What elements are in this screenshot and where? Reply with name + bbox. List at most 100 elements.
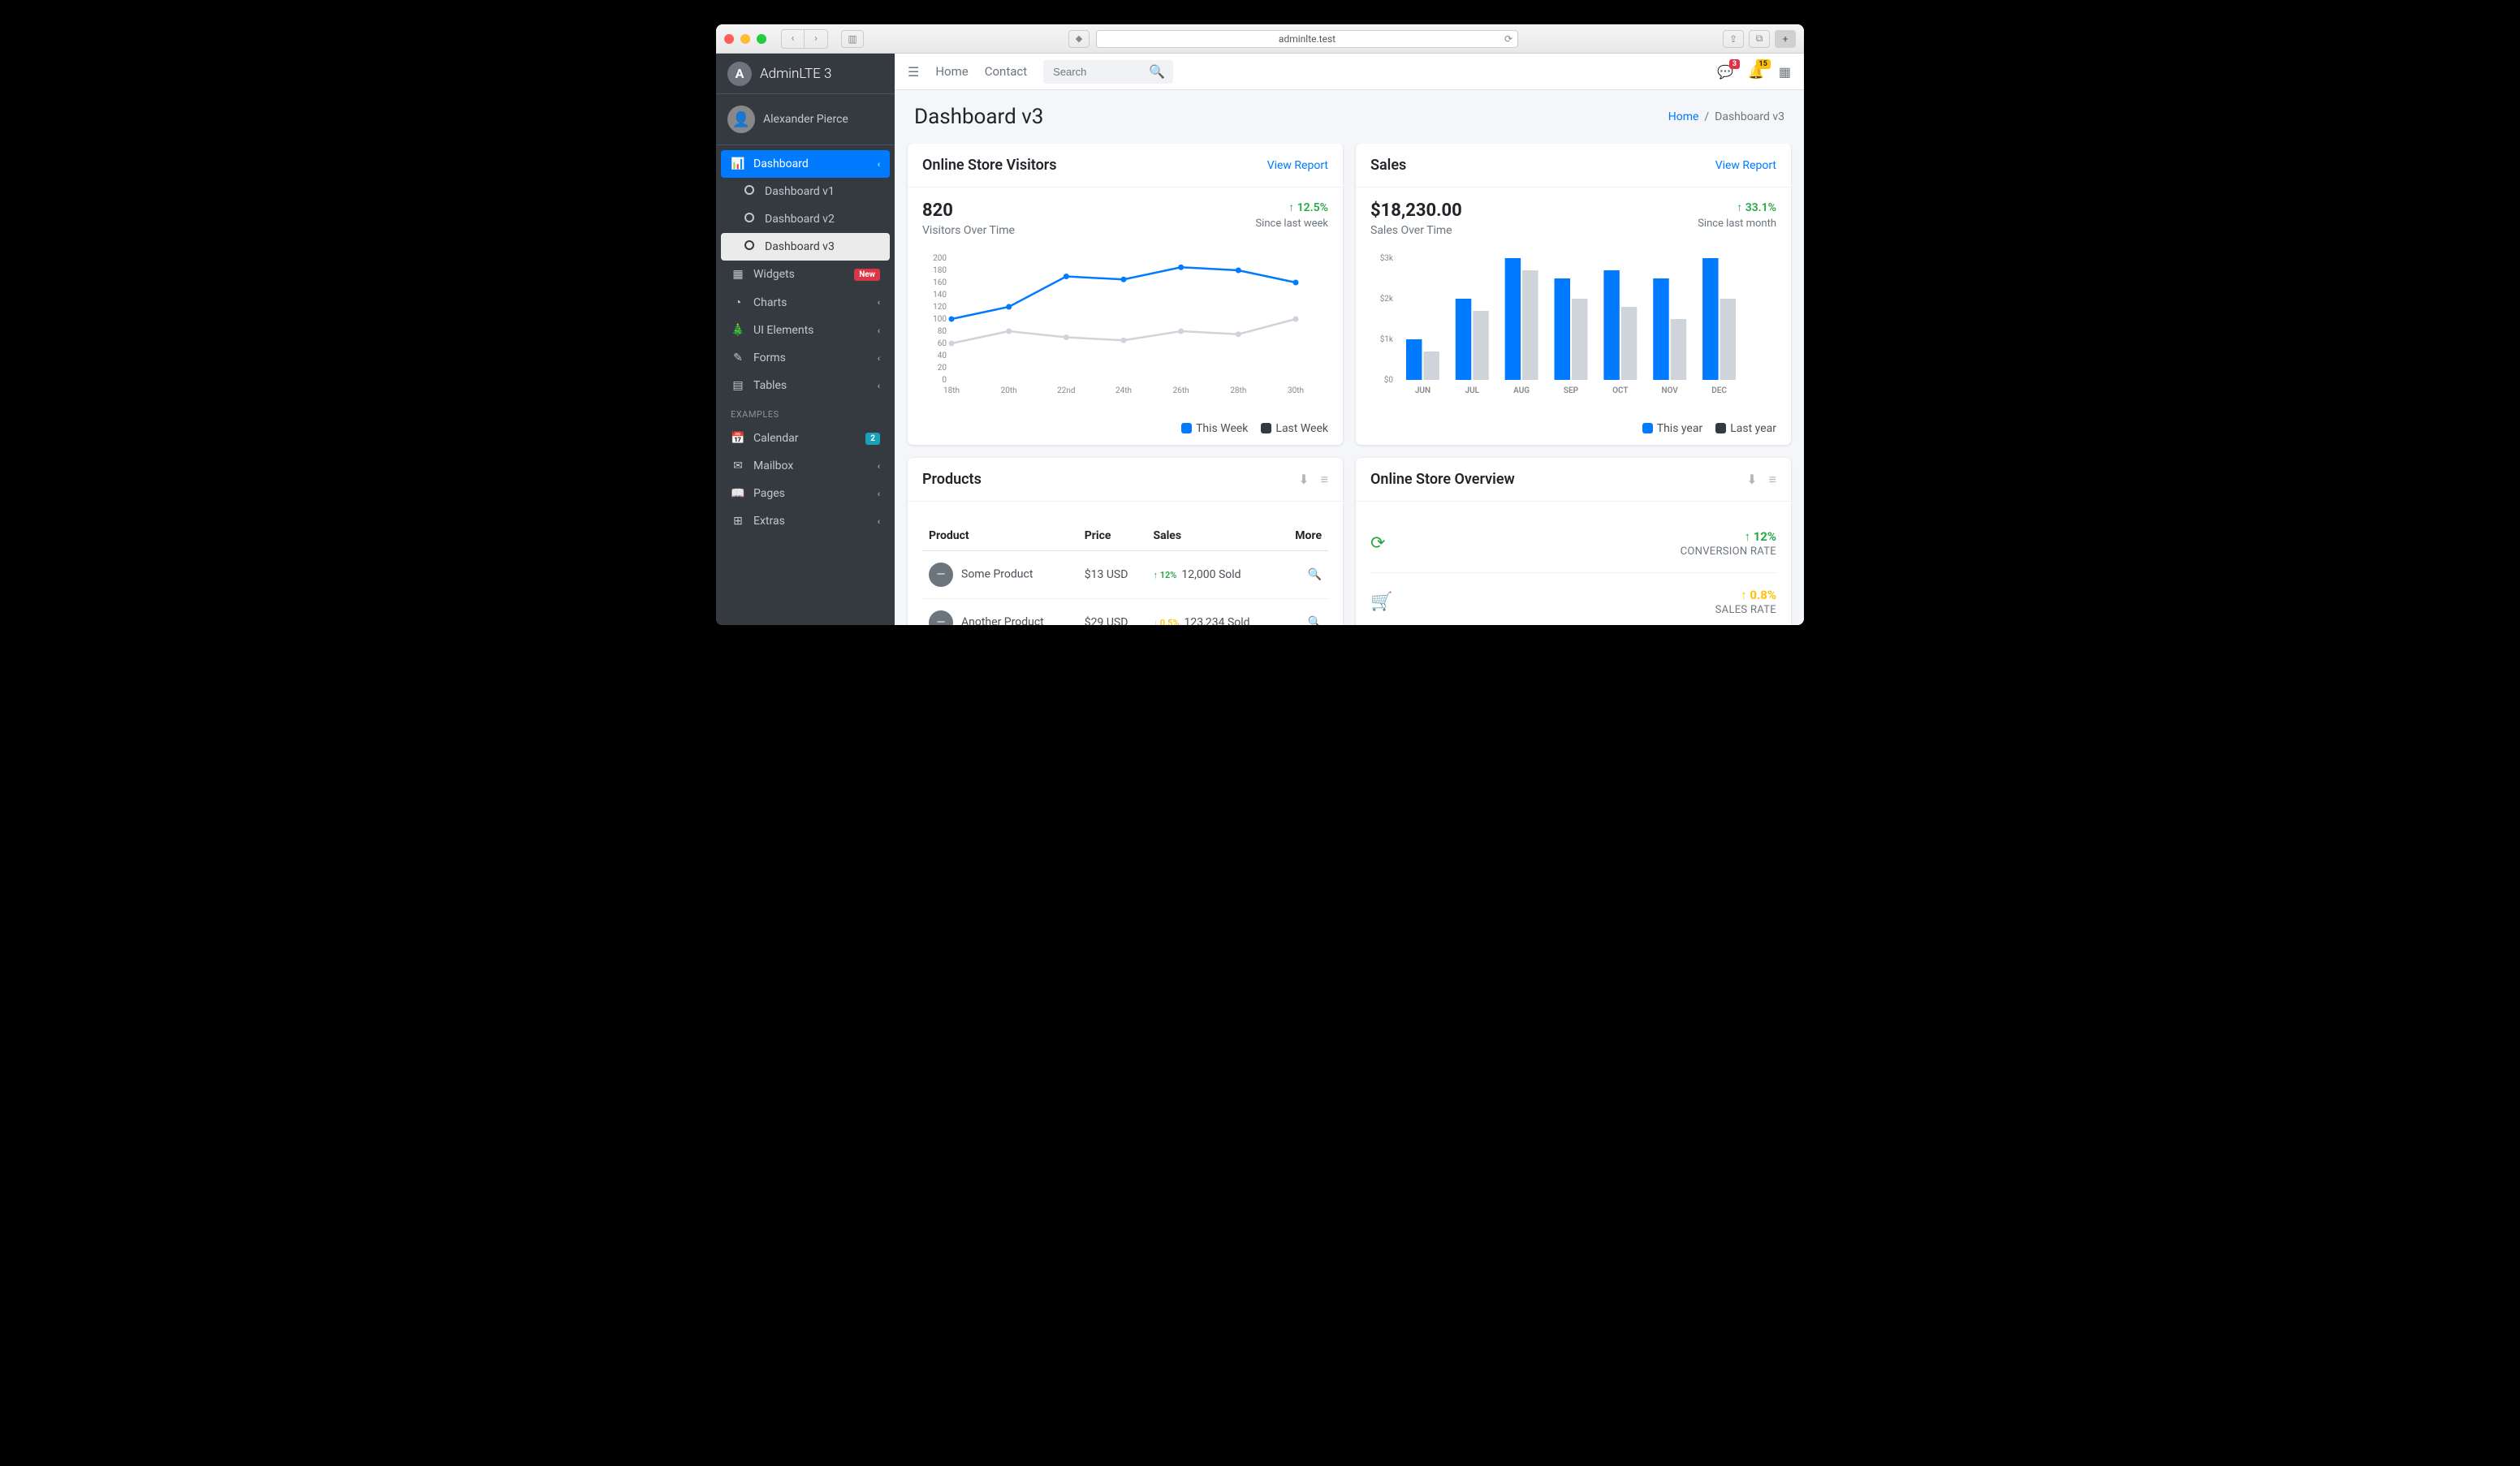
sidebar-item-dashboard-v1[interactable]: Dashboard v1	[721, 178, 890, 205]
sales-delta: ↑ 33.1%	[1698, 200, 1776, 214]
maximize-window[interactable]	[757, 34, 766, 44]
close-window[interactable]	[724, 34, 734, 44]
svg-text:OCT: OCT	[1612, 386, 1628, 395]
breadcrumb-current: Dashboard v3	[1715, 110, 1784, 123]
svg-text:80: 80	[938, 327, 947, 336]
th-price: Price	[1078, 521, 1147, 551]
badge: New	[854, 269, 880, 281]
svg-text:JUL: JUL	[1465, 386, 1480, 395]
svg-text:28th: 28th	[1230, 386, 1246, 395]
sales-report-link[interactable]: View Report	[1715, 159, 1776, 172]
visitors-since: Since last week	[1255, 218, 1328, 230]
search-icon[interactable]: 🔍	[1308, 616, 1322, 625]
brand[interactable]: A AdminLTE 3	[716, 54, 895, 94]
svg-text:18th: 18th	[943, 386, 960, 395]
svg-text:60: 60	[938, 339, 947, 348]
back-button[interactable]: ‹	[782, 30, 805, 48]
sales-chart: $0$1k$2k$3kJUNJULAUGSEPOCTNOVDEC	[1370, 250, 1752, 396]
sidebar-item-ui-elements[interactable]: 🎄UI Elements‹	[721, 317, 890, 344]
sidebar-item-tables[interactable]: ▤Tables‹	[721, 372, 890, 399]
sidebar-item-extras[interactable]: ⊞Extras‹	[721, 507, 890, 535]
shield-icon[interactable]: ◆	[1068, 30, 1090, 48]
share-icon[interactable]: ⇪	[1723, 30, 1744, 48]
svg-text:160: 160	[933, 278, 947, 287]
svg-text:26th: 26th	[1173, 386, 1189, 395]
sales-value: $18,230.00	[1370, 200, 1462, 221]
sales-title: Sales	[1370, 157, 1406, 174]
menu-icon[interactable]: ☰	[908, 64, 919, 80]
sales-card: Sales View Report $18,230.00 Sales Over …	[1356, 144, 1791, 445]
circle-icon	[742, 185, 757, 198]
sales-sold: 12,000 Sold	[1181, 568, 1241, 581]
topnav: ☰ Home Contact 🔍 💬3 🔔15 ▦	[895, 54, 1804, 90]
svg-text:20th: 20th	[1001, 386, 1017, 395]
th-product: Product	[922, 521, 1078, 551]
nav-contact[interactable]: Contact	[985, 64, 1027, 79]
svg-text:SEP: SEP	[1564, 386, 1579, 395]
svg-text:$1k: $1k	[1380, 334, 1394, 344]
notifications-icon[interactable]: 🔔15	[1748, 64, 1764, 80]
sidebar-item-calendar[interactable]: 📅Calendar2	[721, 425, 890, 452]
tabs-icon[interactable]: ⧉	[1749, 30, 1770, 48]
avatar: 👤	[727, 106, 755, 133]
minimize-window[interactable]	[740, 34, 750, 44]
sidebar-item-charts[interactable]: ◔Charts‹	[721, 288, 890, 317]
content: Online Store Visitors View Report 820 Vi…	[895, 144, 1804, 625]
plus-icon: ⊞	[731, 515, 745, 528]
product-price: $13 USD	[1078, 551, 1147, 599]
circle-icon	[742, 240, 757, 253]
url-text: adminlte.test	[1279, 33, 1336, 45]
sidebar-item-dashboard[interactable]: 📊Dashboard‹	[721, 150, 890, 178]
download-icon[interactable]: ⬇	[1298, 472, 1309, 488]
sales-since: Since last month	[1698, 218, 1776, 230]
svg-text:22nd: 22nd	[1057, 386, 1075, 395]
sidebar-item-forms[interactable]: ✎Forms‹	[721, 344, 890, 372]
grid-icon[interactable]: ▦	[1779, 64, 1791, 80]
sidebar-item-dashboard-v3[interactable]: Dashboard v3	[721, 233, 890, 261]
svg-text:JUN: JUN	[1415, 386, 1430, 395]
reload-icon[interactable]: ⟳	[1504, 33, 1512, 45]
refresh-icon: ⟳	[1370, 533, 1400, 554]
sidebar-toggle-icon[interactable]: ▥	[841, 30, 864, 48]
visitors-card: Online Store Visitors View Report 820 Vi…	[908, 144, 1343, 445]
sidebar-item-mailbox[interactable]: ✉Mailbox‹	[721, 452, 890, 480]
nav-home[interactable]: Home	[935, 64, 968, 79]
visitors-report-link[interactable]: View Report	[1267, 159, 1328, 172]
chevron-icon: ‹	[878, 489, 880, 499]
svg-text:200: 200	[933, 254, 947, 263]
tree-icon: 🎄	[731, 324, 745, 337]
page-title: Dashboard v3	[914, 105, 1043, 129]
messages-icon[interactable]: 💬3	[1717, 64, 1733, 80]
sidebar-item-widgets[interactable]: ▦WidgetsNew	[721, 261, 890, 288]
sidebar-item-pages[interactable]: 📖Pages‹	[721, 480, 890, 507]
breadcrumb-home[interactable]: Home	[1668, 110, 1699, 123]
list-icon[interactable]: ≡	[1321, 472, 1328, 488]
search-icon[interactable]: 🔍	[1308, 568, 1322, 581]
chevron-icon: ‹	[878, 159, 880, 170]
visitors-subtitle: Visitors Over Time	[922, 224, 1015, 237]
svg-text:0: 0	[942, 376, 947, 385]
chevron-icon: ‹	[878, 516, 880, 527]
circle-icon	[742, 213, 757, 226]
download-icon[interactable]: ⬇	[1746, 472, 1757, 488]
address-bar[interactable]: adminlte.test ⟳	[1096, 30, 1518, 48]
brand-text: AdminLTE 3	[760, 66, 831, 82]
search-icon[interactable]: 🔍	[1149, 64, 1165, 80]
sidebar-item-dashboard-v2[interactable]: Dashboard v2	[721, 205, 890, 233]
overview-label: SALES RATE	[1715, 604, 1776, 616]
user-panel[interactable]: 👤 Alexander Pierce	[716, 94, 895, 145]
svg-text:DEC: DEC	[1711, 386, 1727, 395]
new-tab-button[interactable]: +	[1775, 30, 1796, 48]
breadcrumb: Home / Dashboard v3	[1668, 110, 1784, 123]
sidebar-nav: 📊Dashboard‹Dashboard v1Dashboard v2Dashb…	[716, 145, 895, 540]
browser-nav: ‹ ›	[781, 29, 828, 49]
list-icon[interactable]: ≡	[1769, 472, 1776, 488]
products-title: Products	[922, 471, 982, 488]
forward-button[interactable]: ›	[805, 30, 827, 48]
sales-sold: 123,234 Sold	[1184, 616, 1250, 625]
window-controls	[724, 34, 766, 44]
visitors-legend: This Week Last Week	[908, 412, 1343, 445]
messages-badge: 3	[1729, 59, 1740, 69]
mail-icon: ✉	[731, 459, 745, 472]
user-name: Alexander Pierce	[763, 113, 848, 126]
